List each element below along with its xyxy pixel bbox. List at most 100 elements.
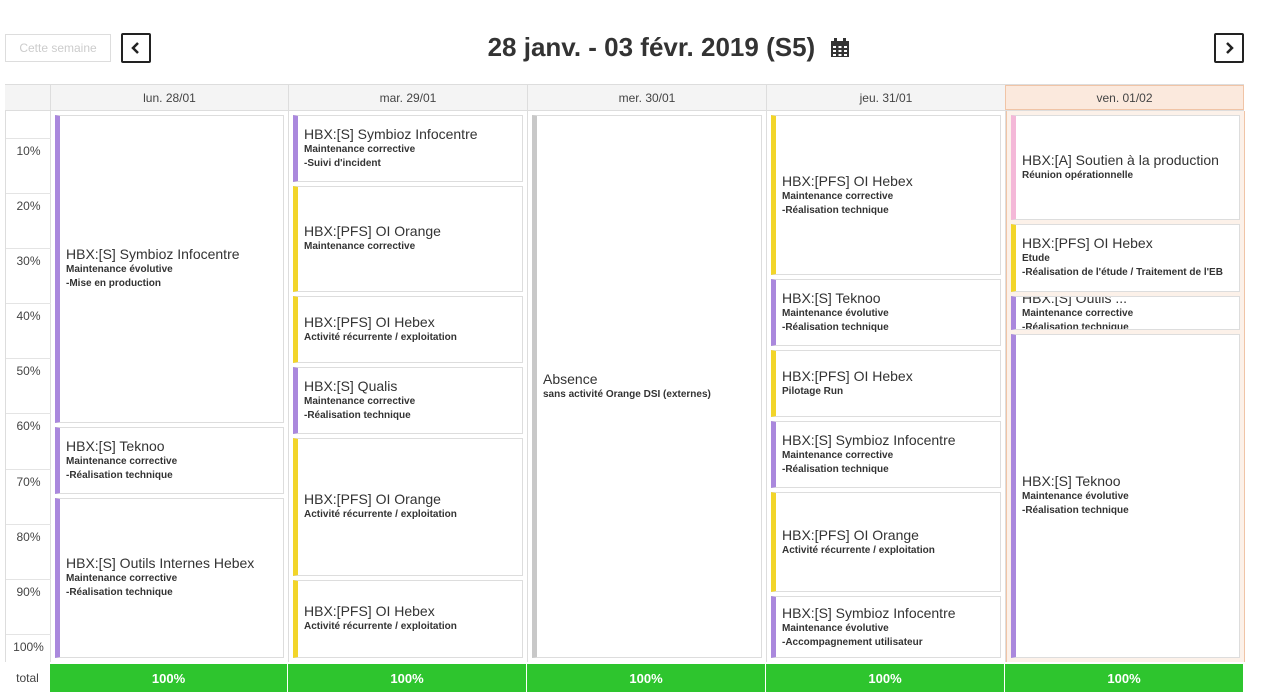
chevron-right-icon: [1226, 42, 1234, 54]
event-detail: Maintenance corrective: [66, 573, 178, 585]
event-title: HBX:[PFS] OI Orange: [782, 526, 919, 543]
day-column: Absence sans activité Orange DSI (externe…: [528, 111, 767, 662]
event-detail: -Réalisation technique: [782, 464, 889, 476]
tick-line: [6, 358, 51, 359]
event-card[interactable]: Absence sans activité Orange DSI (externe…: [532, 115, 762, 658]
event-detail: -Réalisation de l'étude / Traitement de …: [1022, 267, 1223, 279]
week-title-text: 28 janv. - 03 févr. 2019 (S5): [487, 32, 816, 62]
event-card[interactable]: HBX:[S] Outils ... Maintenance corrective…: [1011, 295, 1240, 330]
tick-line: [6, 634, 51, 635]
event-title: HBX:[A] Soutien à la production: [1022, 152, 1219, 169]
tick-label: 80%: [16, 530, 41, 544]
event-card[interactable]: HBX:[PFS] OI Hebex Maintenance corrective…: [771, 115, 1001, 276]
event-detail: Réunion opérationnelle: [1022, 170, 1134, 182]
event-card[interactable]: HBX:[PFS] OI Hebex Activité récurrente / …: [293, 579, 523, 658]
event-card[interactable]: HBX:[S] Outils Internes Hebex Maintenance…: [55, 497, 284, 658]
tick-label: 40%: [16, 309, 41, 323]
event-card[interactable]: HBX:[S] Symbioz Infocentre Maintenance év…: [55, 115, 284, 423]
event-card[interactable]: HBX:[S] Symbioz Infocentre Maintenance év…: [771, 596, 1001, 658]
event-title: Absence: [543, 371, 598, 387]
event-detail: Maintenance corrective: [66, 455, 178, 467]
event-detail: -Réalisation technique: [782, 322, 889, 334]
calendar-body: 10% 20% 30% 40% 50% 60% 70% 80% 90% 100% HBX:[S] …: [5, 111, 1245, 662]
event-detail: Activité récurrente / exploitation: [304, 621, 457, 633]
event-detail: Maintenance corrective: [782, 450, 894, 462]
event-detail: Maintenance corrective: [782, 190, 894, 202]
event-title: HBX:[S] Symbioz Infocentre: [66, 246, 240, 263]
event-detail: Maintenance évolutive: [66, 264, 173, 276]
event-detail: -Accompagnement utilisateur: [782, 636, 923, 648]
this-week-button[interactable]: Cette semaine: [5, 34, 111, 62]
event-card[interactable]: HBX:[PFS] OI Hebex Pilotage Run: [771, 350, 1001, 418]
event-card[interactable]: HBX:[PFS] OI Orange Activité récurrente /…: [771, 492, 1001, 593]
tick-line: [6, 524, 51, 525]
event-detail: Activité récurrente / exploitation: [304, 509, 457, 521]
event-detail: sans activité Orange DSI (externes): [543, 389, 711, 400]
event-detail: Etude: [1022, 253, 1050, 265]
event-detail: -Suivi d'incident: [304, 158, 381, 170]
tick-label: 50%: [16, 364, 41, 378]
day-column: HBX:[S] Symbioz Infocentre Maintenance év…: [51, 111, 289, 662]
day-column: HBX:[A] Soutien à la production Réunion o…: [1006, 111, 1245, 662]
day-header: ven. 01/02: [1005, 85, 1244, 110]
event-card[interactable]: HBX:[S] Symbioz Infocentre Maintenance co…: [771, 421, 1001, 489]
event-detail: -Réalisation technique: [66, 587, 173, 599]
event-card[interactable]: HBX:[S] Qualis Maintenance corrective -Réa…: [293, 366, 523, 434]
tick-line: [6, 138, 51, 139]
day-total: 100%: [766, 664, 1005, 692]
day-column: HBX:[S] Symbioz Infocentre Maintenance co…: [289, 111, 528, 662]
event-card[interactable]: HBX:[PFS] OI Orange Activité récurrente /…: [293, 437, 523, 576]
event-title: HBX:[PFS] OI Hebex: [782, 368, 913, 385]
tick-line: [6, 469, 51, 470]
day-total: 100%: [1005, 664, 1244, 692]
event-card[interactable]: HBX:[PFS] OI Hebex Etude -Réalisation de l…: [1011, 224, 1240, 292]
next-week-button[interactable]: [1214, 33, 1244, 63]
event-card[interactable]: HBX:[S] Teknoo Maintenance évolutive -Réal…: [771, 279, 1001, 347]
event-card[interactable]: HBX:[S] Teknoo Maintenance corrective -Réa…: [55, 426, 284, 494]
event-detail: Maintenance évolutive: [782, 308, 889, 320]
event-title: HBX:[S] Outils ...: [1022, 295, 1128, 307]
event-title: HBX:[PFS] OI Hebex: [304, 603, 435, 620]
tick-label: 60%: [16, 419, 41, 433]
previous-week-button[interactable]: [121, 33, 151, 63]
event-title: HBX:[S] Symbioz Infocentre: [304, 126, 478, 143]
event-card[interactable]: HBX:[S] Teknoo Maintenance évolutive -Réal…: [1011, 333, 1240, 658]
day-total: 100%: [288, 664, 527, 692]
tick-label: 90%: [16, 585, 41, 599]
event-card[interactable]: HBX:[PFS] OI Hebex Activité récurrente / …: [293, 295, 523, 363]
header-gutter: [5, 85, 50, 110]
chevron-left-icon: [131, 42, 139, 54]
event-detail: Maintenance évolutive: [1022, 491, 1129, 503]
event-title: HBX:[S] Teknoo: [782, 290, 881, 307]
week-title: 28 janv. - 03 févr. 2019 (S5): [300, 32, 1038, 65]
calendar-icon[interactable]: [830, 34, 850, 65]
event-title: HBX:[S] Symbioz Infocentre: [782, 604, 956, 621]
tick-label: 70%: [16, 475, 41, 489]
day-column: HBX:[PFS] OI Hebex Maintenance corrective…: [767, 111, 1006, 662]
event-detail: -Réalisation technique: [1022, 322, 1129, 330]
event-detail: Maintenance corrective: [304, 395, 416, 407]
event-detail: -Mise en production: [66, 278, 161, 290]
day-total: 100%: [50, 664, 288, 692]
tick-line: [6, 579, 51, 580]
event-detail: -Réalisation technique: [782, 204, 889, 216]
event-title: HBX:[S] Teknoo: [66, 437, 165, 454]
event-card[interactable]: HBX:[A] Soutien à la production Réunion o…: [1011, 115, 1240, 221]
event-card[interactable]: HBX:[S] Symbioz Infocentre Maintenance co…: [293, 115, 523, 183]
event-title: HBX:[S] Symbioz Infocentre: [782, 432, 956, 449]
event-detail: -Réalisation technique: [1022, 505, 1129, 517]
event-card[interactable]: HBX:[PFS] OI Orange Maintenance correctiv…: [293, 186, 523, 292]
event-title: HBX:[S] Qualis: [304, 377, 398, 394]
event-title: HBX:[S] Outils Internes Hebex: [66, 555, 255, 572]
event-detail: Activité récurrente / exploitation: [304, 331, 457, 343]
percent-gutter: 10% 20% 30% 40% 50% 60% 70% 80% 90% 100%: [6, 111, 51, 662]
event-detail: -Réalisation technique: [66, 469, 173, 481]
tick-label: 20%: [16, 199, 41, 213]
event-detail: Maintenance corrective: [304, 144, 416, 156]
tick-label: 10%: [16, 144, 41, 158]
event-title: HBX:[S] Teknoo: [1022, 473, 1121, 490]
total-row: total 100% 100% 100% 100% 100%: [5, 662, 1244, 693]
day-header: jeu. 31/01: [766, 85, 1005, 110]
event-title: HBX:[PFS] OI Orange: [304, 223, 441, 240]
tick-line: [6, 303, 51, 304]
